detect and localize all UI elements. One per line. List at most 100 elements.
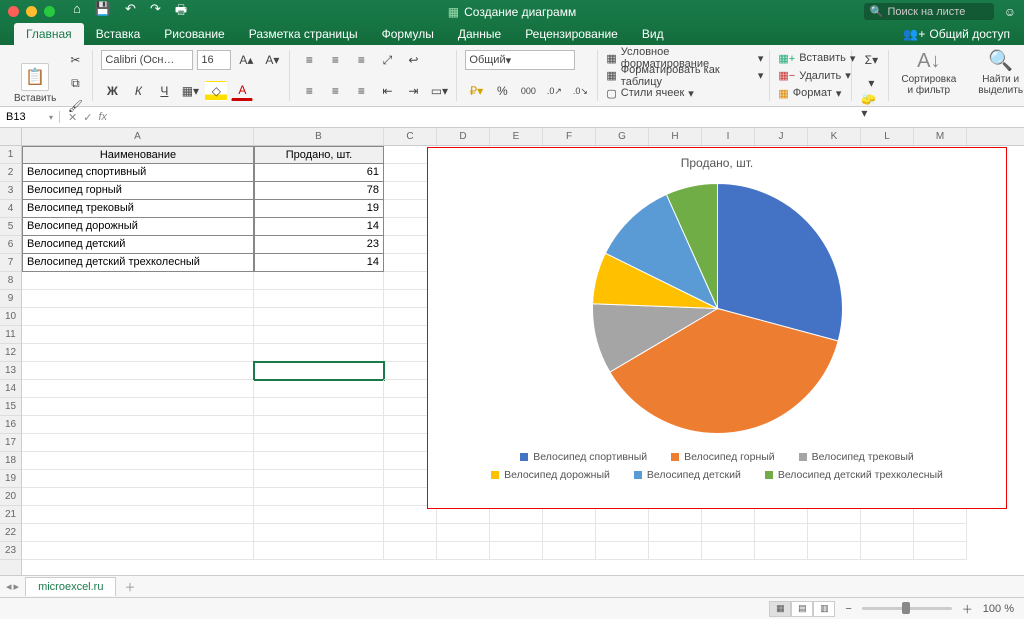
home-icon[interactable]: ⌂ <box>73 1 81 23</box>
cell-F22[interactable] <box>543 524 596 542</box>
cell-G23[interactable] <box>596 542 649 560</box>
cell-B21[interactable] <box>254 506 384 524</box>
cell-A15[interactable] <box>22 398 254 416</box>
col-header-B[interactable]: B <box>254 128 384 145</box>
cell-A3[interactable]: Велосипед горный <box>22 182 254 200</box>
col-header-I[interactable]: I <box>702 128 755 145</box>
cell-A19[interactable] <box>22 470 254 488</box>
row-header-21[interactable]: 21 <box>0 506 21 524</box>
maximize-window[interactable] <box>44 6 55 17</box>
cell-H22[interactable] <box>649 524 702 542</box>
col-header-K[interactable]: K <box>808 128 861 145</box>
tab-формулы[interactable]: Формулы <box>370 23 446 45</box>
cell-E23[interactable] <box>490 542 543 560</box>
cell-B8[interactable] <box>254 272 384 290</box>
col-header-L[interactable]: L <box>861 128 914 145</box>
legend-item-3[interactable]: Велосипед дорожный <box>491 469 610 481</box>
cell-A21[interactable] <box>22 506 254 524</box>
sheet-tab[interactable]: microexcel.ru <box>25 577 116 596</box>
orientation-icon[interactable]: ⤢ <box>376 50 398 70</box>
align-center-icon[interactable]: ≡ <box>324 81 346 101</box>
col-header-M[interactable]: M <box>914 128 967 145</box>
cell-L22[interactable] <box>861 524 914 542</box>
row-header-6[interactable]: 6 <box>0 236 21 254</box>
sort-filter-button[interactable]: A↓ Сортировка и фильтр <box>897 50 960 96</box>
next-sheet-icon[interactable]: ▸ <box>14 580 20 593</box>
cell-K23[interactable] <box>808 542 861 560</box>
row-header-1[interactable]: 1 <box>0 146 21 164</box>
minimize-window[interactable] <box>26 6 37 17</box>
delete-cells-button[interactable]: ▦−Удалить ▾ <box>778 68 845 84</box>
align-bot-icon[interactable]: ≡ <box>350 50 372 70</box>
confirm-icon[interactable]: ✓ <box>83 111 92 124</box>
cut-icon[interactable]: ✂ <box>64 50 86 70</box>
col-header-J[interactable]: J <box>755 128 808 145</box>
number-format-select[interactable]: Общий ▾ <box>465 50 575 70</box>
cell-A20[interactable] <box>22 488 254 506</box>
tab-главная[interactable]: Главная <box>14 23 84 45</box>
fx-icon[interactable]: fx <box>98 111 107 124</box>
view-page-break[interactable]: ▥ <box>813 601 835 617</box>
currency-icon[interactable]: ₽▾ <box>465 81 487 101</box>
cell-A4[interactable]: Велосипед трековый <box>22 200 254 218</box>
col-header-D[interactable]: D <box>437 128 490 145</box>
close-window[interactable] <box>8 6 19 17</box>
cell-B12[interactable] <box>254 344 384 362</box>
cell-H23[interactable] <box>649 542 702 560</box>
cell-A1[interactable]: Наименование <box>22 146 254 164</box>
cell-B9[interactable] <box>254 290 384 308</box>
cell-D23[interactable] <box>437 542 490 560</box>
zoom-slider[interactable] <box>862 607 952 610</box>
cell-J23[interactable] <box>755 542 808 560</box>
cell-A9[interactable] <box>22 290 254 308</box>
cell-B13[interactable] <box>254 362 384 380</box>
cell-A16[interactable] <box>22 416 254 434</box>
clear-icon[interactable]: 🧽▾ <box>860 96 882 116</box>
row-header-17[interactable]: 17 <box>0 434 21 452</box>
dec-dec-icon[interactable]: .0↘ <box>569 81 591 101</box>
legend-item-1[interactable]: Велосипед горный <box>671 451 775 463</box>
cell-A7[interactable]: Велосипед детский трехколесный <box>22 254 254 272</box>
legend-item-4[interactable]: Велосипед детский <box>634 469 741 481</box>
col-header-E[interactable]: E <box>490 128 543 145</box>
cell-E22[interactable] <box>490 524 543 542</box>
row-header-5[interactable]: 5 <box>0 218 21 236</box>
cell-B17[interactable] <box>254 434 384 452</box>
align-top-icon[interactable]: ≡ <box>298 50 320 70</box>
cell-A8[interactable] <box>22 272 254 290</box>
share-button[interactable]: 👥+ Общий доступ <box>889 23 1024 45</box>
row-header-2[interactable]: 2 <box>0 164 21 182</box>
cell-B1[interactable]: Продано, шт. <box>254 146 384 164</box>
zoom-out[interactable]: − <box>845 603 851 615</box>
col-header-A[interactable]: A <box>22 128 254 145</box>
row-header-23[interactable]: 23 <box>0 542 21 560</box>
cell-B15[interactable] <box>254 398 384 416</box>
row-header-11[interactable]: 11 <box>0 326 21 344</box>
row-header-4[interactable]: 4 <box>0 200 21 218</box>
border-icon[interactable]: ▦▾ <box>179 81 201 101</box>
italic-button[interactable]: К <box>127 81 149 101</box>
cell-A13[interactable] <box>22 362 254 380</box>
tab-рисование[interactable]: Рисование <box>152 23 236 45</box>
cell-A12[interactable] <box>22 344 254 362</box>
cell-B6[interactable]: 23 <box>254 236 384 254</box>
cell-D22[interactable] <box>437 524 490 542</box>
row-header-8[interactable]: 8 <box>0 272 21 290</box>
fill-icon[interactable]: ▾ <box>860 73 882 93</box>
tab-рецензирование[interactable]: Рецензирование <box>513 23 630 45</box>
legend-item-5[interactable]: Велосипед детский трехколесный <box>765 469 943 481</box>
cell-B22[interactable] <box>254 524 384 542</box>
copy-icon[interactable]: ⧉ <box>64 73 86 93</box>
insert-cells-button[interactable]: ▦+Вставить ▾ <box>778 50 845 66</box>
row-header-22[interactable]: 22 <box>0 524 21 542</box>
legend-item-0[interactable]: Велосипед спортивный <box>520 451 647 463</box>
row-header-7[interactable]: 7 <box>0 254 21 272</box>
tab-вид[interactable]: Вид <box>630 23 676 45</box>
align-left-icon[interactable]: ≡ <box>298 81 320 101</box>
find-button[interactable]: 🔍 Найти и выделить <box>974 50 1024 96</box>
cell-B7[interactable]: 14 <box>254 254 384 272</box>
cell-A5[interactable]: Велосипед дорожный <box>22 218 254 236</box>
select-all-triangle[interactable] <box>0 128 21 146</box>
cell-A18[interactable] <box>22 452 254 470</box>
percent-icon[interactable]: % <box>491 81 513 101</box>
